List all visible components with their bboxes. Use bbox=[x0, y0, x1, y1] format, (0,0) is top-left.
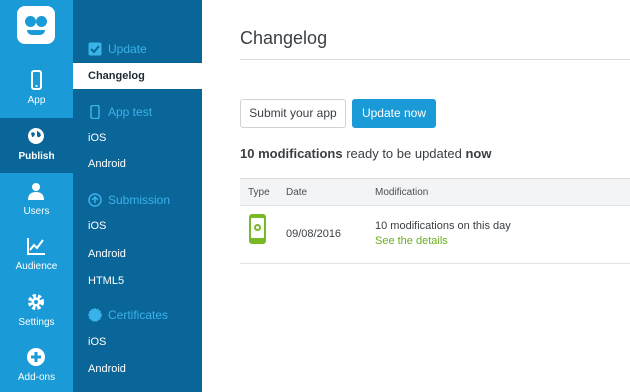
modifications-count: 10 modifications bbox=[240, 146, 343, 161]
rail-item-label: Settings bbox=[18, 317, 55, 328]
changelog-table: Type Date Modification 09/08/2016 10 mod… bbox=[240, 178, 630, 264]
sidebar-item-certificates-ios[interactable]: iOS bbox=[73, 329, 202, 355]
section-title: Update bbox=[108, 42, 147, 56]
phone-icon bbox=[90, 105, 100, 119]
logo-eye-right bbox=[36, 16, 47, 27]
chart-icon bbox=[27, 238, 45, 255]
rail-item-app[interactable]: App bbox=[0, 62, 73, 117]
logo-mouth bbox=[27, 30, 45, 35]
gear-icon bbox=[28, 294, 44, 310]
section-certificates: Certificates bbox=[88, 306, 168, 324]
rail-item-label: Audience bbox=[15, 261, 58, 272]
row-modification: 10 modifications on this day bbox=[375, 220, 511, 232]
section-app-test: App test bbox=[88, 103, 152, 121]
sidebar-item-certificates-android[interactable]: Android bbox=[73, 356, 202, 382]
globe-icon bbox=[28, 128, 44, 144]
column-header-type: Type bbox=[248, 187, 270, 198]
checkbox-icon bbox=[88, 42, 102, 56]
rail-item-settings[interactable]: Settings bbox=[0, 284, 73, 339]
rail-item-users[interactable]: Users bbox=[0, 173, 73, 228]
section-title: Submission bbox=[108, 193, 171, 207]
sidebar-item-apptest-ios[interactable]: iOS bbox=[73, 125, 202, 151]
app-rail: App Publish Users Audience Settings Add-… bbox=[0, 0, 73, 392]
rail-item-addons[interactable]: Add-ons bbox=[0, 339, 73, 392]
section-title: App test bbox=[108, 105, 153, 119]
rail-item-label: Users bbox=[23, 206, 50, 217]
table-header: Type Date Modification bbox=[240, 179, 630, 206]
page-title: Changelog bbox=[240, 28, 328, 48]
section-update: Update bbox=[88, 40, 147, 58]
column-header-modification: Modification bbox=[375, 187, 429, 198]
sidebar-item-submission-html5[interactable]: HTML5 bbox=[73, 268, 202, 294]
rail-item-label: Publish bbox=[18, 151, 55, 162]
user-icon bbox=[28, 183, 44, 200]
logo-eye-left bbox=[25, 16, 36, 27]
see-details-link[interactable]: See the details bbox=[375, 235, 448, 247]
section-title: Certificates bbox=[108, 308, 169, 322]
upload-icon bbox=[88, 193, 102, 207]
rail-item-publish[interactable]: Publish bbox=[0, 118, 73, 173]
sidebar-item-submission-android[interactable]: Android bbox=[73, 241, 202, 267]
table-row: 09/08/2016 10 modifications on this day … bbox=[240, 206, 630, 264]
badge-icon bbox=[88, 308, 102, 322]
sidebar-item-apptest-android[interactable]: Android bbox=[73, 151, 202, 177]
plus-circle-icon bbox=[27, 348, 45, 366]
rail-item-label: Add-ons bbox=[17, 372, 56, 383]
sidebar-item-changelog[interactable]: Changelog bbox=[73, 63, 202, 89]
column-header-date: Date bbox=[286, 187, 308, 198]
modifications-summary: 10 modifications ready to be updated now bbox=[240, 146, 491, 161]
summary-text: ready to be updated bbox=[342, 146, 466, 161]
app-update-icon bbox=[249, 214, 266, 244]
title-divider bbox=[240, 59, 630, 60]
update-now-button[interactable]: Update now bbox=[352, 99, 436, 128]
rail-item-label: App bbox=[27, 95, 46, 106]
phone-icon bbox=[31, 70, 42, 90]
publish-sidebar: Update Changelog App test iOS Android Su… bbox=[73, 0, 202, 392]
section-submission: Submission bbox=[88, 191, 170, 209]
row-date: 09/08/2016 bbox=[286, 228, 342, 240]
summary-now: now bbox=[465, 146, 492, 161]
rail-item-audience[interactable]: Audience bbox=[0, 228, 73, 283]
sidebar-item-submission-ios[interactable]: iOS bbox=[73, 213, 202, 239]
main-content: Changelog Submit your app Update now 10 … bbox=[202, 0, 630, 392]
app-logo[interactable] bbox=[17, 6, 55, 44]
submit-app-button[interactable]: Submit your app bbox=[240, 99, 346, 128]
